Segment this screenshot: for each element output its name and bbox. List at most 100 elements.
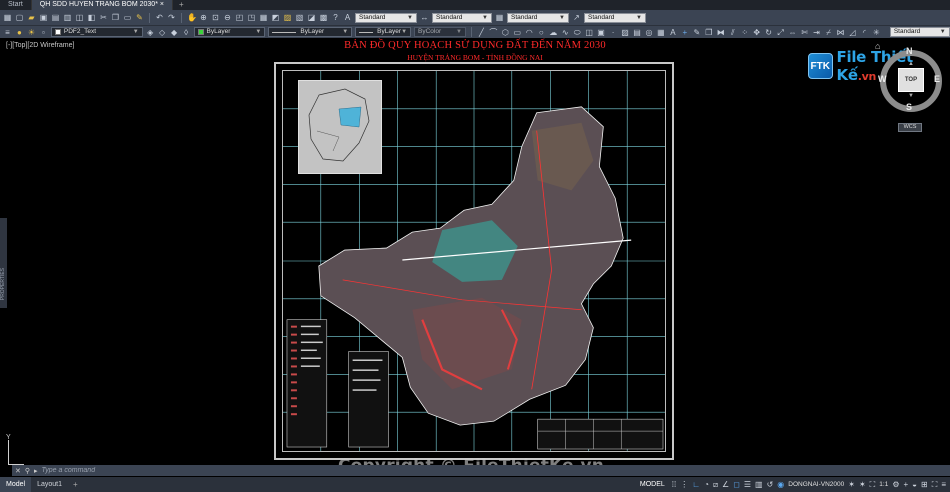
viewcube-north[interactable]: N: [906, 46, 913, 56]
open-folder-icon[interactable]: ▰: [27, 13, 36, 22]
mirror-icon[interactable]: ⧓: [716, 28, 725, 37]
join-icon[interactable]: ⋈: [836, 28, 845, 37]
customize-command-icon[interactable]: ⚲: [25, 467, 30, 475]
app-menu-icon[interactable]: ▦: [3, 13, 12, 22]
object-snap-icon[interactable]: ◻: [733, 480, 740, 489]
hatch-tool-icon[interactable]: ▨: [621, 28, 630, 37]
pan-icon[interactable]: ✋: [187, 13, 197, 22]
break-icon[interactable]: ⌿: [824, 28, 833, 37]
tool-palette-icon[interactable]: ▨: [283, 13, 292, 22]
explode-icon[interactable]: ✳: [872, 28, 881, 37]
tab-model[interactable]: Model: [0, 477, 32, 492]
ellipse-tool-icon[interactable]: ⬭: [573, 28, 582, 37]
table-tool-icon[interactable]: ▦: [656, 28, 665, 37]
isodraft-icon[interactable]: ⧄: [713, 480, 718, 490]
viewcube-up-arrow-icon[interactable]: ▲: [908, 61, 914, 67]
viewcube-south[interactable]: S: [906, 102, 912, 112]
tab-drawing[interactable]: QH SDD HUYEN TRANG BOM 2030* ×: [31, 0, 173, 10]
zoom-previous-icon[interactable]: ⊖: [223, 13, 232, 22]
extend-icon[interactable]: ⇥: [812, 28, 821, 37]
preview-icon[interactable]: ◫: [75, 13, 84, 22]
coordinate-system-icon[interactable]: ◉: [777, 480, 784, 489]
dim-style-dropdown[interactable]: Standard ▼: [432, 12, 492, 23]
polar-tracking-icon[interactable]: ◔: [704, 480, 709, 489]
drawing-viewport[interactable]: [-][Top][2D Wireframe] PROPERTIES FTK Fi…: [0, 38, 950, 476]
save-as-icon[interactable]: ▤: [51, 13, 60, 22]
auto-scale-icon[interactable]: ✶: [859, 480, 866, 489]
copy-object-icon[interactable]: ❐: [704, 28, 713, 37]
redo-icon[interactable]: ↷: [167, 13, 176, 22]
paste-icon[interactable]: ▭: [123, 13, 132, 22]
views-icon[interactable]: ◳: [247, 13, 256, 22]
layer-properties-icon[interactable]: ≡: [3, 28, 12, 37]
model-space-button[interactable]: MODEL: [637, 481, 668, 488]
mtext-tool-icon[interactable]: A: [668, 28, 677, 37]
polygon-tool-icon[interactable]: ⬡: [501, 28, 510, 37]
tab-layout1[interactable]: Layout1: [31, 477, 68, 492]
snap-mode-icon[interactable]: ⋮: [680, 480, 688, 489]
move-icon[interactable]: ✥: [752, 28, 761, 37]
sheet-set-icon[interactable]: ▧: [295, 13, 304, 22]
workspace-gear-icon[interactable]: ⚙: [892, 480, 899, 489]
zoom-realtime-icon[interactable]: ⊕: [199, 13, 208, 22]
mleader-style-dropdown[interactable]: Standard ▼: [584, 12, 646, 23]
linetype-dropdown[interactable]: ByLayer ▼: [268, 27, 353, 37]
circle-tool-icon[interactable]: ○: [537, 28, 546, 37]
layer-lock-icon[interactable]: ▫: [39, 28, 48, 37]
viewcube-top-face[interactable]: TOP: [898, 68, 924, 92]
array-icon[interactable]: ⁘: [740, 28, 749, 37]
table-style-dropdown[interactable]: Standard ▼: [507, 12, 569, 23]
ortho-mode-icon[interactable]: ∟: [692, 480, 700, 489]
clean-screen-icon[interactable]: ⛶: [932, 480, 938, 490]
layer-dropdown[interactable]: PDF2_Text ▼: [50, 27, 143, 37]
insert-block-icon[interactable]: ◫: [585, 28, 594, 37]
add-selected-icon[interactable]: +: [680, 28, 689, 37]
hardware-acceleration-icon[interactable]: ⊞: [921, 480, 928, 489]
layer-on-icon[interactable]: ●: [15, 28, 24, 37]
calculator-icon[interactable]: ▩: [319, 13, 328, 22]
command-history-icon[interactable]: ▸: [34, 467, 38, 475]
wcs-menu[interactable]: WCS: [898, 123, 922, 132]
close-icon[interactable]: ×: [160, 1, 164, 8]
selection-cycling-icon[interactable]: ↺: [767, 480, 774, 489]
fillet-icon[interactable]: ◜: [860, 28, 869, 37]
zoom-window-icon[interactable]: ⊡: [211, 13, 220, 22]
publish-icon[interactable]: ◧: [87, 13, 96, 22]
home-view-icon[interactable]: ⌂: [875, 41, 880, 51]
cut-icon[interactable]: ✂: [99, 13, 108, 22]
named-views-icon[interactable]: ◰: [235, 13, 244, 22]
design-center-icon[interactable]: ◩: [271, 13, 280, 22]
offset-icon[interactable]: ⫽: [728, 28, 737, 37]
add-layout-button[interactable]: +: [68, 480, 83, 489]
point-tool-icon[interactable]: ·: [609, 28, 618, 37]
match-properties-icon[interactable]: ✎: [135, 13, 144, 22]
lineweight-dropdown[interactable]: ByLayer ▼: [355, 27, 412, 37]
markup-icon[interactable]: ◪: [307, 13, 316, 22]
text-style-dropdown[interactable]: Standard ▼: [355, 12, 417, 23]
revcloud-tool-icon[interactable]: ☁: [549, 28, 558, 37]
undo-icon[interactable]: ↶: [155, 13, 164, 22]
polyline-tool-icon[interactable]: ⌒: [489, 28, 498, 37]
new-file-icon[interactable]: ▢: [15, 13, 24, 22]
spline-tool-icon[interactable]: ∿: [561, 28, 570, 37]
gradient-tool-icon[interactable]: ▤: [633, 28, 642, 37]
trim-icon[interactable]: ✄: [800, 28, 809, 37]
print-icon[interactable]: ▥: [63, 13, 72, 22]
viewcube-east[interactable]: E: [934, 74, 940, 84]
viewcube-west[interactable]: W: [878, 74, 887, 84]
object-snap-tracking-icon[interactable]: ∠: [722, 480, 729, 489]
rotate-icon[interactable]: ↻: [764, 28, 773, 37]
close-command-line-icon[interactable]: ✕: [15, 467, 21, 475]
help-icon[interactable]: ?: [331, 13, 340, 22]
transparency-icon[interactable]: ▥: [755, 480, 763, 489]
color-dropdown[interactable]: ByLayer ▼: [193, 27, 266, 37]
layer-previous-icon[interactable]: ◇: [158, 28, 167, 37]
add-scale-icon[interactable]: +: [904, 480, 909, 489]
annotation-scale-value[interactable]: 1:1: [879, 481, 888, 488]
make-block-icon[interactable]: ▣: [597, 28, 606, 37]
tab-start[interactable]: Start: [0, 0, 32, 10]
plot-style-dropdown[interactable]: ByColor ▼: [414, 27, 466, 37]
coordinate-system-label[interactable]: DONGNAI-VN2000: [788, 481, 844, 488]
viewcube-down-arrow-icon[interactable]: ▼: [908, 93, 914, 99]
make-current-icon[interactable]: ◈: [146, 28, 155, 37]
